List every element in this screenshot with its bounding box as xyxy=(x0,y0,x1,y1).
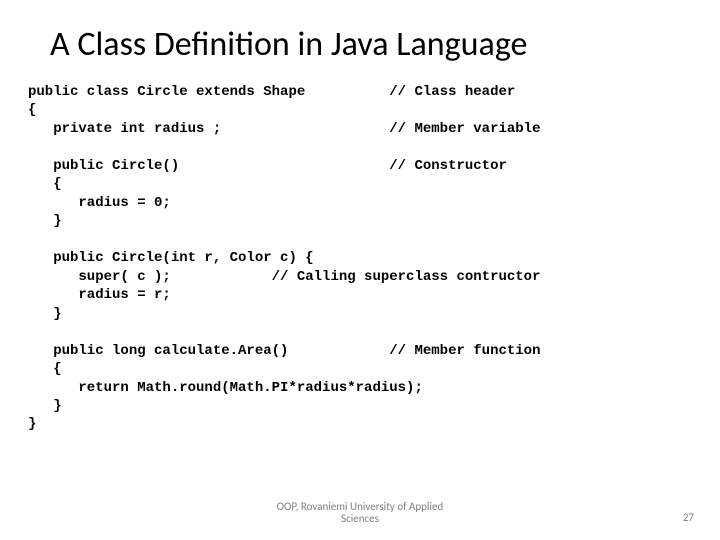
code-block: public class Circle extends Shape // Cla… xyxy=(28,83,692,434)
footer-line2: Sciences xyxy=(0,513,720,526)
slide-title: A Class Definition in Java Language xyxy=(50,24,692,65)
slide: A Class Definition in Java Language publ… xyxy=(0,0,720,540)
page-number: 27 xyxy=(683,511,694,524)
footer: OOP, Rovaniemi University of Applied Sci… xyxy=(0,501,720,526)
footer-center: OOP, Rovaniemi University of Applied Sci… xyxy=(0,501,720,526)
